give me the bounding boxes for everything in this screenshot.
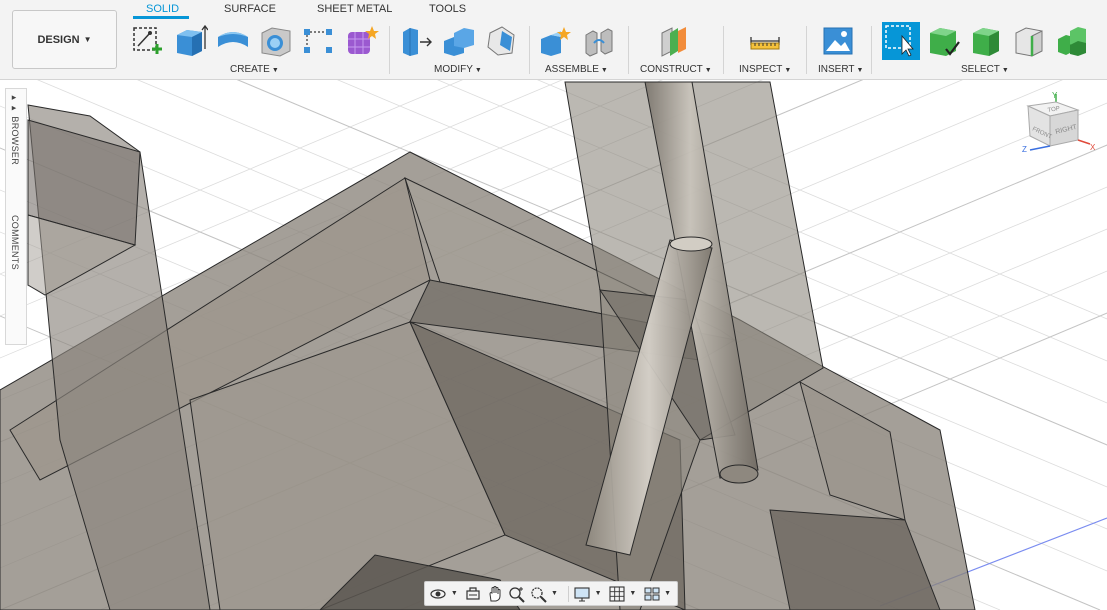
divider	[723, 26, 724, 74]
construct-menu[interactable]: CONSTRUCT ▼	[640, 64, 712, 75]
select-menu[interactable]: SELECT ▼	[961, 64, 1009, 75]
caret-down-icon: ▼	[856, 67, 864, 74]
display-settings-icon	[574, 586, 590, 602]
tab-tools[interactable]: TOOLS	[429, 3, 466, 15]
pan-button[interactable]	[486, 584, 505, 604]
axis-y-label: Y	[1052, 91, 1058, 100]
inspect-label: INSPECT	[739, 64, 783, 75]
toolbar: DESIGN ▼ SOLID SURFACE SHEET METAL TOOLS…	[0, 0, 1107, 80]
divider	[529, 26, 530, 74]
viewports-icon	[644, 587, 660, 600]
caret-down-icon[interactable]: ▼	[551, 590, 558, 597]
viewports-button[interactable]	[642, 584, 661, 604]
window-select-icon[interactable]	[882, 22, 920, 60]
browser-label: BROWSER	[10, 116, 20, 166]
tab-solid[interactable]: SOLID	[146, 3, 179, 15]
fillet-icon[interactable]	[441, 23, 477, 59]
caret-down-icon: ▼	[474, 67, 482, 74]
zoom-button[interactable]	[507, 584, 526, 604]
browser-toggle[interactable]: ▸▸ BROWSER	[10, 93, 20, 165]
press-pull-icon[interactable]	[398, 23, 434, 59]
fit-button[interactable]	[529, 584, 548, 604]
axis-z-label: Z	[1022, 145, 1027, 154]
caret-down-icon: ▼	[784, 67, 792, 74]
divider	[628, 26, 629, 74]
caret-down-icon: ▼	[600, 67, 608, 74]
select-label: SELECT	[961, 64, 1000, 75]
fit-icon	[530, 586, 547, 603]
select-edge-icon[interactable]	[1012, 23, 1048, 59]
caret-down-icon[interactable]: ▼	[629, 590, 636, 597]
tab-surface[interactable]: SURFACE	[224, 3, 276, 15]
caret-down-icon[interactable]: ▼	[664, 590, 671, 597]
select-component-icon[interactable]	[1054, 23, 1090, 59]
shell-icon[interactable]	[484, 23, 520, 59]
create-label: CREATE	[230, 64, 270, 75]
fusion-app: DESIGN ▼ SOLID SURFACE SHEET METAL TOOLS…	[0, 0, 1107, 610]
caret-down-icon[interactable]: ▼	[451, 590, 458, 597]
z-axis	[1029, 145, 1051, 151]
orbit-button[interactable]	[429, 584, 448, 604]
x-axis	[1077, 139, 1091, 145]
canvas-viewport[interactable]	[0, 80, 1107, 610]
revolve-icon[interactable]	[215, 23, 251, 59]
divider	[806, 26, 807, 74]
tab-sheet-metal[interactable]: SHEET METAL	[317, 3, 392, 15]
create-sketch-icon[interactable]	[130, 23, 166, 59]
joint-icon[interactable]	[581, 23, 617, 59]
assemble-menu[interactable]: ASSEMBLE ▼	[545, 64, 608, 75]
insert-menu[interactable]: INSERT ▼	[818, 64, 863, 75]
divider	[567, 585, 569, 602]
workspace-label: DESIGN	[37, 33, 80, 46]
axis-x-label: X	[1090, 143, 1096, 152]
caret-down-icon[interactable]: ▼	[595, 590, 602, 597]
comments-label[interactable]: COMMENTS	[10, 215, 20, 270]
grid-settings-button[interactable]	[608, 584, 627, 604]
create-form-icon[interactable]	[343, 23, 379, 59]
grid-settings-icon	[609, 585, 625, 602]
orbit-icon	[430, 588, 447, 599]
select-face-icon[interactable]	[969, 23, 1005, 59]
workspace-switcher-button[interactable]: DESIGN ▼	[12, 10, 117, 69]
expand-icon: ▸▸	[10, 93, 20, 117]
look-at-button[interactable]	[464, 584, 483, 604]
model-scene[interactable]	[0, 80, 1107, 610]
zoom-icon	[509, 586, 525, 603]
display-settings-button[interactable]	[573, 584, 592, 604]
insert-label: INSERT	[818, 64, 855, 75]
hole-icon[interactable]	[258, 23, 294, 59]
caret-down-icon: ▼	[83, 35, 92, 44]
pan-icon	[489, 585, 501, 601]
create-menu[interactable]: CREATE ▼	[230, 64, 279, 75]
active-tab-indicator	[133, 16, 189, 19]
offset-plane-icon[interactable]	[656, 23, 692, 59]
measure-icon[interactable]	[747, 23, 783, 59]
caret-down-icon: ▼	[1001, 67, 1009, 74]
inspect-menu[interactable]: INSPECT ▼	[739, 64, 791, 75]
new-component-icon[interactable]	[538, 23, 574, 59]
modify-label: MODIFY	[434, 64, 473, 75]
look-at-icon	[466, 586, 480, 600]
insert-image-icon[interactable]	[820, 23, 856, 59]
divider	[871, 26, 872, 74]
side-panel: ▸▸ BROWSER COMMENTS	[5, 88, 27, 345]
view-cube[interactable]: Y TOP FRONT RIGHT Z X	[1018, 88, 1098, 168]
select-body-icon[interactable]	[926, 23, 962, 59]
divider	[389, 26, 390, 74]
caret-down-icon: ▼	[704, 67, 712, 74]
caret-down-icon: ▼	[271, 67, 279, 74]
construct-label: CONSTRUCT	[640, 64, 703, 75]
modify-menu[interactable]: MODIFY ▼	[434, 64, 482, 75]
pattern-icon[interactable]	[300, 23, 336, 59]
assemble-label: ASSEMBLE	[545, 64, 599, 75]
navigation-bar: ▼ ▼ ▼ ▼ ▼	[424, 581, 678, 606]
extrude-icon[interactable]	[172, 23, 209, 59]
